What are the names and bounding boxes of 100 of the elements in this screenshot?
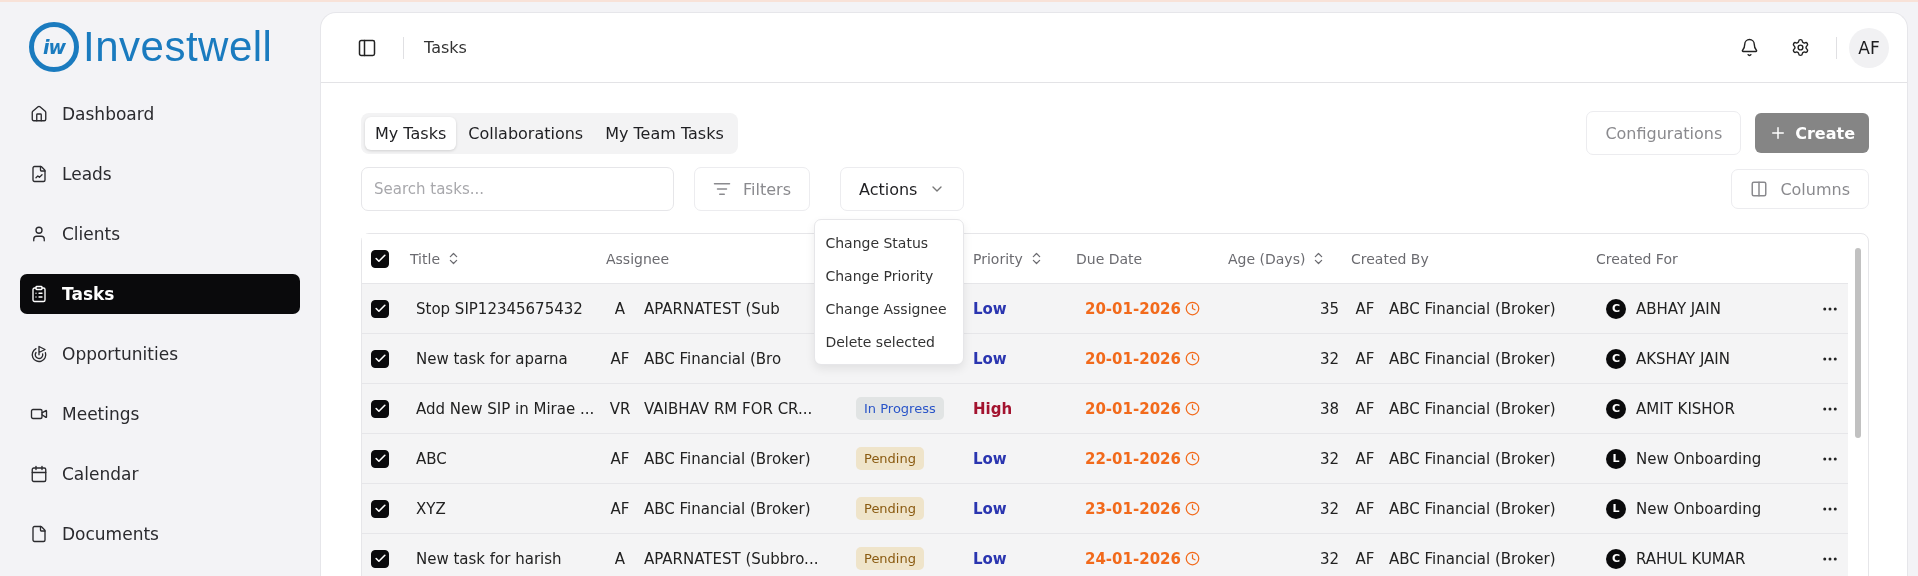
create-button[interactable]: Create xyxy=(1755,113,1869,153)
created-for-name: New Onboarding xyxy=(1636,499,1762,518)
assignee-name: ABC Financial (Bro xyxy=(644,349,782,368)
check-icon xyxy=(373,552,387,565)
columns-icon xyxy=(1750,180,1769,198)
clock-icon xyxy=(1184,301,1200,316)
assignee-initials: AF xyxy=(609,349,631,368)
priority-label: High xyxy=(973,399,1013,418)
row-checkbox[interactable] xyxy=(371,449,389,468)
select-all-checkbox[interactable] xyxy=(371,249,389,268)
scrollbar-thumb[interactable] xyxy=(1855,248,1861,438)
assignee-name: ABC Financial (Broker) xyxy=(644,449,811,468)
clock-icon xyxy=(1184,351,1200,366)
sidebar-item[interactable]: Documents xyxy=(20,514,300,554)
clock-icon xyxy=(1184,451,1200,466)
creator-name: ABC Financial (Broker) xyxy=(1389,349,1556,368)
column-header[interactable]: Priority xyxy=(971,250,1076,267)
task-title[interactable]: New task for aparna xyxy=(416,349,568,368)
row-checkbox[interactable] xyxy=(371,399,389,418)
creator-name: ABC Financial (Broker) xyxy=(1389,299,1556,318)
age-days: 32 xyxy=(1319,449,1339,468)
age-days: 32 xyxy=(1319,499,1339,518)
creator-name: ABC Financial (Broker) xyxy=(1389,399,1556,418)
assignee-initials: AF xyxy=(609,499,631,518)
column-header[interactable]: Title xyxy=(402,250,606,267)
user-avatar[interactable]: AF xyxy=(1849,27,1889,68)
clock-icon xyxy=(1184,501,1200,516)
created-for-name: AMIT KISHOR xyxy=(1636,399,1735,418)
column-header[interactable]: Age (Days) xyxy=(1216,250,1351,267)
due-date: 23-01-2026 xyxy=(1085,499,1200,518)
check-icon xyxy=(373,402,387,415)
creator-initials: AF xyxy=(1354,499,1376,518)
filters-button[interactable]: Filters xyxy=(694,167,810,211)
status-badge: Pending xyxy=(856,497,924,520)
assignee-name: APARNATEST (Sub xyxy=(644,299,780,318)
task-title[interactable]: New task for harish xyxy=(416,549,562,568)
priority-label: Low xyxy=(973,299,1007,318)
clock-icon xyxy=(1184,551,1200,566)
menu-item[interactable]: Change Status xyxy=(815,226,964,259)
due-date: 20-01-2026 xyxy=(1085,349,1200,368)
logo-text: Investwell xyxy=(83,23,273,71)
row-checkbox[interactable] xyxy=(371,549,389,568)
menu-item[interactable]: Delete selected xyxy=(815,325,964,358)
creator-name: ABC Financial (Broker) xyxy=(1389,499,1556,518)
check-icon xyxy=(373,502,387,515)
creator-initials: AF xyxy=(1354,299,1376,318)
due-date: 20-01-2026 xyxy=(1085,299,1200,318)
status-badge: In Progress xyxy=(856,397,944,420)
file-icon xyxy=(30,525,48,543)
status-badge: Pending xyxy=(856,447,924,470)
sidebar-item[interactable]: Opportunities xyxy=(20,334,300,374)
age-days: 38 xyxy=(1319,399,1339,418)
client-type-badge: C xyxy=(1606,348,1626,369)
check-icon xyxy=(373,352,387,365)
columns-button[interactable]: Columns xyxy=(1731,169,1869,209)
creator-initials: AF xyxy=(1354,549,1376,568)
created-for-name: ABHAY JAIN xyxy=(1636,299,1721,318)
task-title[interactable]: XYZ xyxy=(416,499,446,518)
created-for-name: New Onboarding xyxy=(1636,449,1762,468)
priority-label: Low xyxy=(973,349,1007,368)
filter-icon xyxy=(713,180,731,198)
clipboard-icon xyxy=(30,285,48,303)
client-type-badge: C xyxy=(1606,548,1626,569)
due-date: 20-01-2026 xyxy=(1085,399,1200,418)
assignee-name: APARNATEST (Subbro... xyxy=(644,549,819,568)
configurations-button[interactable]: Configurations xyxy=(1586,111,1742,155)
creator-initials: AF xyxy=(1354,399,1376,418)
calendar-icon xyxy=(30,465,48,483)
assignee-initials: A xyxy=(613,549,627,568)
sidebar-item[interactable]: Calendar xyxy=(20,454,300,494)
tab[interactable]: My Tasks xyxy=(365,116,457,150)
sidebar-item[interactable]: Meetings xyxy=(20,394,300,434)
task-title[interactable]: Add New SIP in Mirae ... xyxy=(416,399,595,418)
search-field[interactable]: Search tasks... xyxy=(361,167,674,211)
task-title[interactable]: Stop SIP12345675432 xyxy=(416,299,583,318)
clock-icon xyxy=(1184,401,1200,416)
tab[interactable]: My Team Tasks xyxy=(595,116,734,150)
row-checkbox[interactable] xyxy=(371,299,389,318)
client-type-badge: C xyxy=(1606,298,1626,319)
column-header: Due Date xyxy=(1076,250,1144,267)
actions-button[interactable]: Actions xyxy=(839,167,965,211)
due-date: 22-01-2026 xyxy=(1085,449,1200,468)
priority-label: Low xyxy=(973,499,1007,518)
chart-file-icon xyxy=(30,165,48,183)
sidebar-item[interactable]: Leads xyxy=(20,154,300,194)
tab[interactable]: Collaborations xyxy=(458,116,594,150)
row-checkbox[interactable] xyxy=(371,349,389,368)
age-days: 35 xyxy=(1319,299,1339,318)
created-for-name: AKSHAY JAIN xyxy=(1636,349,1730,368)
assignee-name: VAIBHAV RM FOR CR... xyxy=(644,399,813,418)
menu-item[interactable]: Change Assignee xyxy=(815,292,964,325)
sidebar-item[interactable]: Tasks xyxy=(20,274,300,314)
sidebar-item[interactable]: Clients xyxy=(20,214,300,254)
age-days: 32 xyxy=(1319,549,1339,568)
row-checkbox[interactable] xyxy=(371,499,389,518)
task-title[interactable]: ABC xyxy=(416,449,447,468)
status-badge: Pending xyxy=(856,547,924,570)
creator-name: ABC Financial (Broker) xyxy=(1389,549,1556,568)
sidebar-item[interactable]: Dashboard xyxy=(20,94,300,134)
menu-item[interactable]: Change Priority xyxy=(815,259,964,292)
